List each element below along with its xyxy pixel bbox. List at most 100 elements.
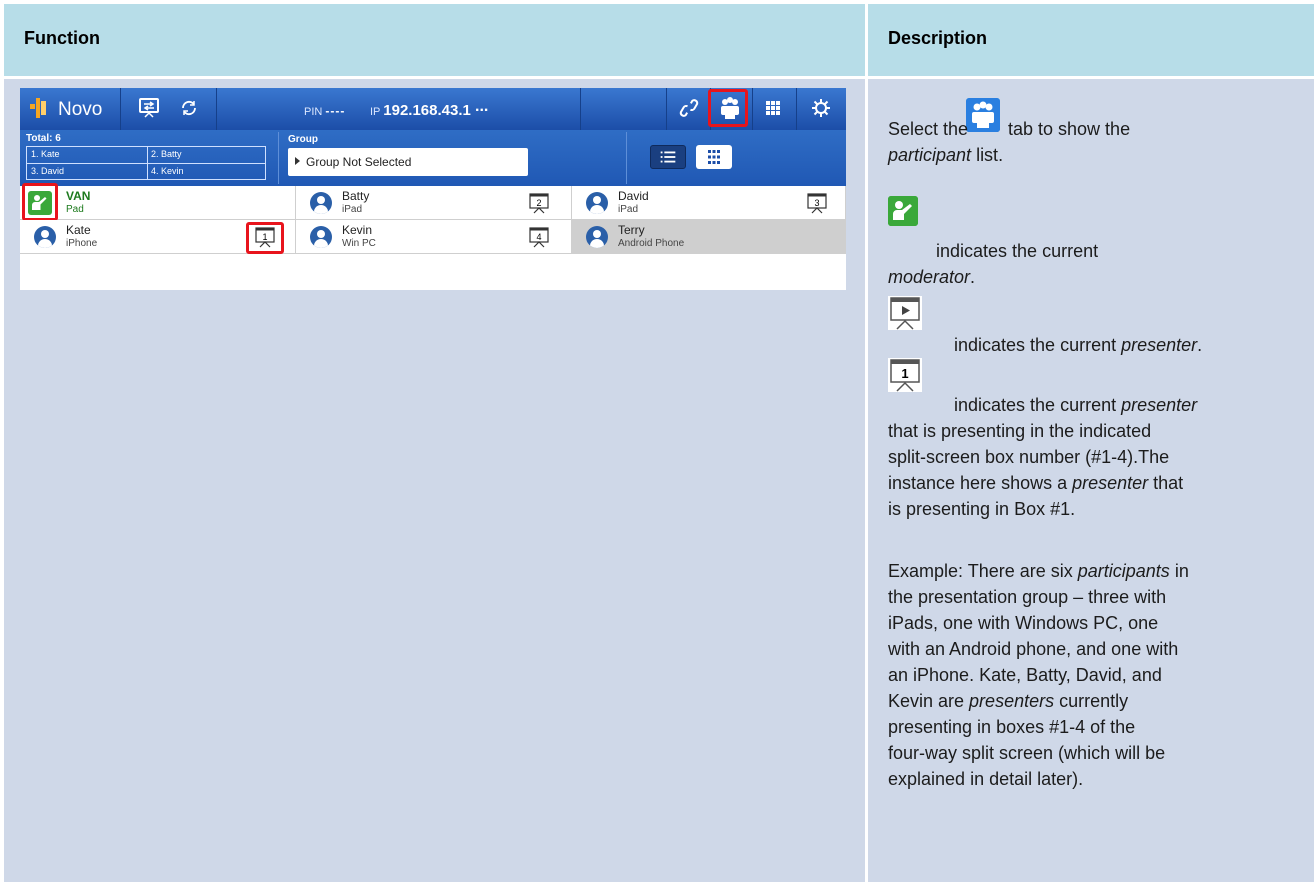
desc-line: an iPhone. Kate, Batty, David, and [888,665,1162,685]
avatar-icon [586,192,608,214]
presenter-box-icon: 3 [807,193,827,214]
participant-batty[interactable]: Batty iPad 2 [296,186,572,220]
divider [752,88,753,130]
divider [120,88,121,130]
divider [278,132,279,184]
desc-line: Kevin are presenters currently [888,688,1128,714]
desc-line: explained in detail later). [888,769,1084,789]
participants-tab-icon [966,98,1000,132]
desc-line: the presentation group – three with [888,587,1167,607]
app-name: Novo [58,99,103,120]
participant-name: Batty [342,189,370,203]
desc-text: list. [971,145,1004,165]
desc-emphasis: presenters [969,691,1055,711]
gear-icon[interactable] [808,95,834,121]
participant-list: VAN Pad Batty iPad 2 David iPad 3 Kate i… [20,183,846,290]
participant-name: Terry [618,223,645,237]
desc-text: instance here shows a [888,473,1073,493]
presenter-box-icon: 1 [888,358,922,392]
ip-display: IP 192.168.43.1 [370,102,471,119]
presenter-box-highlight [246,222,284,254]
participant-moderator[interactable]: VAN Pad [20,183,296,221]
header-description-cell: Description [868,4,1314,76]
desc-line: that is presenting in the indicated [888,421,1152,441]
box-slot: 3. David [31,166,65,176]
link-icon[interactable] [676,95,702,121]
desc-line: iPads, one with Windows PC, one [888,613,1159,633]
moderator-highlight [22,183,58,221]
presenter-box-icon: 2 [529,193,549,214]
header-description: Description [888,28,988,48]
group-label: Group [288,134,318,145]
participant-david[interactable]: David iPad 3 [572,186,846,220]
caret-right-icon [295,157,300,165]
list-view-button[interactable] [650,145,686,169]
group-selector[interactable]: Group Not Selected [288,148,528,176]
desc-emphasis: moderator [888,267,971,287]
participant-name: David [618,189,649,203]
grid-view-button[interactable] [696,145,732,169]
desc-text: Kevin are [888,691,970,711]
participant-device: Pad [66,204,84,215]
desc-line: indicates the current presenter [954,392,1197,418]
divider [27,163,265,164]
desc-text: Example: There are six [888,561,1078,581]
divider [580,88,581,130]
desc-line: participant list. [888,142,1003,168]
box-number: 1 [901,366,908,381]
screen-share-icon[interactable] [136,95,162,121]
participant-name: VAN [66,189,91,203]
desc-text: in [1169,561,1189,581]
desc-emphasis: participants [1077,561,1170,581]
box-slot: 2. Batty [151,149,182,159]
desc-line: indicates the current presenter. [954,332,1202,358]
desc-line: instance here shows a presenter that [888,470,1183,496]
app-top-bar: Novo PIN ---- IP 192.168.43.1 ... [20,88,846,130]
participant-name: Kevin [342,223,373,237]
participant-row: VAN Pad Batty iPad 2 David iPad 3 [20,183,846,221]
participant-device: iPad [342,204,363,215]
desc-text: indicates the current [954,395,1122,415]
avatar-icon [310,192,332,214]
participant-kate[interactable]: Kate iPhone 1 [20,220,296,254]
refresh-icon[interactable] [176,95,202,121]
more-button[interactable]: ... [475,98,488,116]
desc-emphasis: presenter [1121,395,1198,415]
desc-line: presenting in boxes #1-4 of the [888,717,1136,737]
desc-text: indicates the current [954,335,1122,355]
participant-row: Kate iPhone 1 Kevin Win PC 4 Terry Andro… [20,220,846,254]
participant-terry[interactable]: Terry Android Phone [572,220,846,254]
avatar-icon [586,226,608,248]
box-slot: 4. Kevin [151,166,184,176]
box-number: 2 [536,198,541,208]
presenter-box-grid: 1. Kate 2. Batty 3. David 4. Kevin [26,146,266,180]
desc-line: Example: There are six participants in [888,558,1189,584]
desc-text: that [1148,473,1184,493]
presenter-box-icon: 4 [529,227,549,248]
participant-kevin[interactable]: Kevin Win PC 4 [296,220,572,254]
divider [216,88,217,130]
ip-value: 192.168.43.1 [383,102,471,119]
box-number: 4 [536,232,541,242]
header-function-cell: Function [4,4,865,76]
total-count: Total: 6 [26,133,61,144]
box-slot: 1. Kate [31,149,60,159]
box-number: 3 [814,198,819,208]
participant-device: iPhone [66,238,98,249]
participant-name: Kate [66,223,91,237]
group-value: Group Not Selected [306,155,412,169]
participant-device: Android Phone [618,238,685,249]
grid-icon[interactable] [760,95,786,121]
divider [666,88,667,130]
desc-line: split-screen box number (#1-4).The [888,447,1170,467]
desc-line: Select the [888,116,968,142]
desc-line: moderator. [888,264,975,290]
desc-emphasis: participant [888,145,972,165]
desc-line: tab to show the [1008,116,1130,142]
divider [626,132,627,184]
pin-label: PIN [304,106,323,118]
presenter-icon [888,296,922,330]
desc-text: . [970,267,976,287]
header-function: Function [24,28,100,48]
desc-emphasis: presenter [1121,335,1198,355]
